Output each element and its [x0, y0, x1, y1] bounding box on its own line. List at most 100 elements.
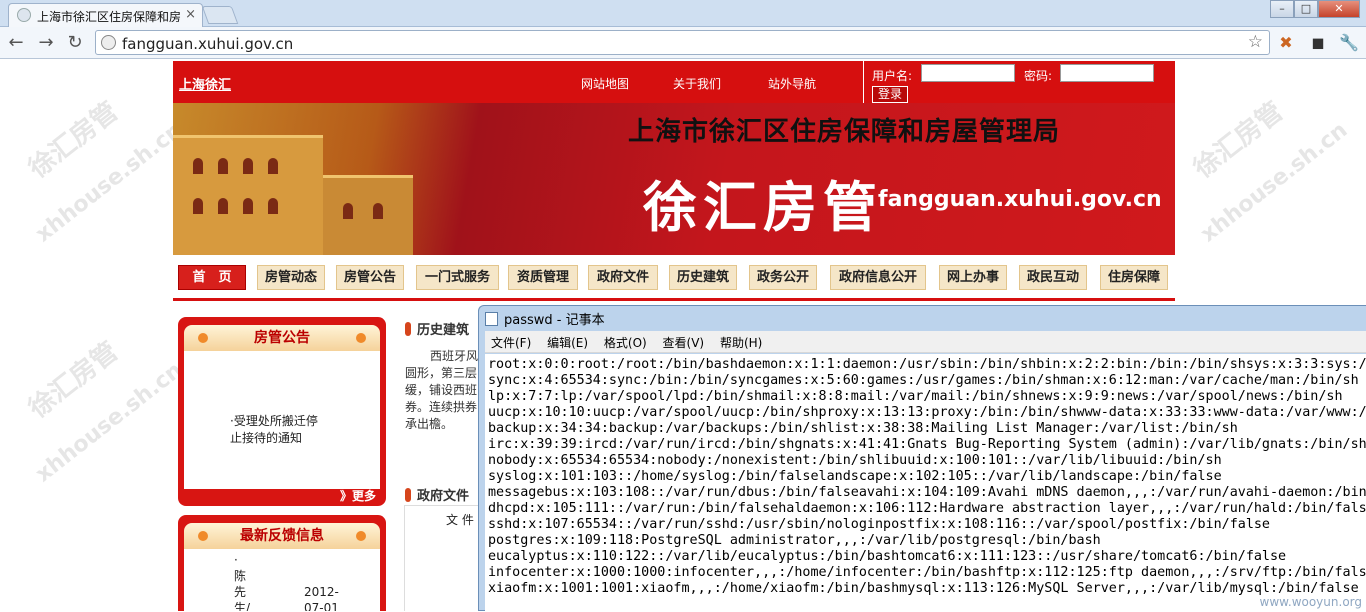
- banner-window: [268, 158, 278, 174]
- login-box: 用户名: 密码: 登录: [863, 61, 1175, 103]
- section-marker-icon: [405, 488, 411, 502]
- menu-item[interactable]: 一门式服务: [416, 265, 499, 290]
- gov-docs-column-header: 文 件: [446, 513, 474, 527]
- notepad-window[interactable]: passwd - 记事本 文件(F) 编辑(E) 格式(O) 查看(V) 帮助(…: [478, 305, 1366, 612]
- text-line: sshd:x:107:65534::/var/run/sshd:/usr/sbi…: [488, 517, 1270, 532]
- feedback-text: 先: [234, 585, 247, 599]
- text-line: eucalyptus:x:110:122::/var/lib/eucalyptu…: [488, 549, 1287, 564]
- banner-window: [193, 198, 203, 214]
- text-line: nobody:x:65534:65534:nobody:/nonexistent…: [488, 453, 1222, 468]
- notice-title-text: 房管公告: [254, 330, 310, 346]
- feedback-date-text: 2012-: [304, 585, 339, 599]
- feedback-text: 陈: [234, 569, 247, 583]
- address-url[interactable]: fangguan.xuhui.gov.cn: [122, 35, 293, 53]
- notice-panel: 房管公告 ·受理处所搬迁停 止接待的通知 》更多: [178, 317, 386, 506]
- forward-icon[interactable]: →: [34, 32, 58, 53]
- notepad-icon: [485, 312, 498, 326]
- username-input[interactable]: [921, 64, 1015, 82]
- text-line: irc:x:39:39:ircd:/var/run/ircd:/bin/shgn…: [488, 437, 1366, 452]
- menu-file[interactable]: 文件(F): [485, 331, 537, 354]
- notepad-title-bar[interactable]: passwd - 记事本: [485, 309, 605, 328]
- gov-docs-section-title: 政府文件: [405, 485, 469, 504]
- text-line: root:x:0:0:root:/root:/bin/bashdaemon:x:…: [488, 357, 1366, 372]
- menu-item[interactable]: 住房保障: [1100, 265, 1168, 290]
- notepad-title: passwd - 记事本: [504, 313, 605, 328]
- banner-building: [323, 175, 413, 255]
- site-banner: 上海市徐汇区住房保障和房屋管理局 徐汇房管 fangguan.xuhui.gov…: [173, 103, 1175, 255]
- more-link[interactable]: 》更多: [340, 487, 376, 504]
- banner-window: [343, 203, 353, 219]
- menu-item[interactable]: 历史建筑: [669, 265, 737, 290]
- wrench-menu-icon[interactable]: 🔧: [1338, 32, 1360, 54]
- banner-url: fangguan.xuhui.gov.cn: [878, 187, 1162, 212]
- menu-item[interactable]: 政民互动: [1019, 265, 1087, 290]
- history-text: 西班牙风 圆形，第三层 缓，铺设西班 券。连续拱券 承出檐。: [405, 348, 478, 433]
- banner-window: [193, 158, 203, 174]
- text-line: lp:x:7:7:lp:/var/spool/lpd:/bin/shmail:x…: [488, 389, 1343, 404]
- feedback-date: 2012- 07-01: [304, 584, 339, 611]
- bullet-icon: [198, 531, 208, 541]
- extension-mask-icon[interactable]: ◼: [1307, 32, 1329, 54]
- menu-item[interactable]: 政府文件: [588, 265, 658, 290]
- link-external-nav[interactable]: 站外导航: [768, 75, 816, 92]
- reload-icon[interactable]: ↻: [63, 32, 87, 53]
- back-icon[interactable]: ←: [4, 32, 28, 53]
- notice-item-line: ·受理处所搬迁停: [230, 414, 318, 428]
- link-sitemap[interactable]: 网站地图: [581, 75, 629, 92]
- address-bar[interactable]: fangguan.xuhui.gov.cn ☆: [95, 30, 1270, 55]
- history-line: 承出檐。: [405, 417, 454, 431]
- menu-format[interactable]: 格式(O): [598, 331, 653, 354]
- maximize-button[interactable]: □: [1294, 0, 1318, 18]
- notepad-text-area[interactable]: root:x:0:0:root:/root:/bin/bashdaemon:x:…: [485, 354, 1366, 612]
- bullet-icon: [356, 531, 366, 541]
- menu-item[interactable]: 政务公开: [749, 265, 817, 290]
- new-tab-button[interactable]: [201, 6, 239, 24]
- history-section-title: 历史建筑: [405, 319, 469, 338]
- notepad-menu-bar: 文件(F) 编辑(E) 格式(O) 查看(V) 帮助(H): [485, 331, 1366, 353]
- banner-window: [243, 158, 253, 174]
- tab-close-icon[interactable]: ×: [185, 7, 196, 22]
- menu-home[interactable]: 首 页: [178, 265, 246, 290]
- text-line: syslog:x:101:103::/home/syslog:/bin/fals…: [488, 469, 1222, 484]
- minimize-button[interactable]: –: [1270, 0, 1294, 18]
- notice-item[interactable]: ·受理处所搬迁停 止接待的通知: [230, 413, 318, 447]
- login-button[interactable]: 登录: [872, 86, 909, 103]
- feedback-date-text: 07-01: [304, 601, 339, 611]
- feedback-author[interactable]: · 陈 先 生/: [234, 552, 250, 611]
- notice-list: ·受理处所搬迁停 止接待的通知: [184, 351, 380, 489]
- menu-item[interactable]: 政府信息公开: [830, 265, 926, 290]
- menu-help[interactable]: 帮助(H): [714, 331, 768, 354]
- text-line: sync:x:4:65534:sync:/bin:/bin/syncgames:…: [488, 373, 1359, 388]
- feedback-list: · 陈 先 生/ 2012- 07-01: [184, 549, 380, 611]
- feedback-text: ·: [234, 553, 238, 567]
- site-logo[interactable]: 上海徐汇: [179, 74, 231, 93]
- feedback-title-text: 最新反馈信息: [240, 528, 324, 544]
- text-line: messagebus:x:103:108::/var/run/dbus:/bin…: [488, 485, 1366, 500]
- username-label: 用户名:: [872, 69, 913, 83]
- bookmark-star-icon[interactable]: ☆: [1248, 32, 1263, 52]
- browser-toolbar: ← → ↻ fangguan.xuhui.gov.cn ☆ ✖ ◼ 🔧: [0, 27, 1366, 59]
- text-line: xiaofm:x:1001:1001:xiaofm,,,:/home/xiaof…: [488, 581, 1359, 596]
- menu-item[interactable]: 网上办事: [939, 265, 1007, 290]
- feedback-text: 生/: [234, 601, 251, 611]
- menu-item[interactable]: 房管动态: [257, 265, 325, 290]
- banner-window: [268, 198, 278, 214]
- extension-x-icon[interactable]: ✖: [1275, 32, 1297, 54]
- close-window-button[interactable]: ✕: [1318, 0, 1360, 18]
- menu-edit[interactable]: 编辑(E): [541, 331, 594, 354]
- gov-docs-table: 文 件: [404, 505, 484, 611]
- site-top-bar: 上海徐汇 网站地图 关于我们 站外导航 用户名: 密码: 登录: [173, 61, 1175, 103]
- banner-big-text: 徐汇房管: [643, 176, 883, 239]
- feedback-panel-title: 最新反馈信息: [184, 523, 380, 549]
- link-about[interactable]: 关于我们: [673, 75, 721, 92]
- notice-item-line: 止接待的通知: [230, 431, 303, 445]
- browser-tab[interactable]: 上海市徐汇区住房保障和房 ×: [8, 3, 203, 27]
- history-line: 券。连续拱券: [405, 400, 478, 414]
- menu-item[interactable]: 资质管理: [508, 265, 578, 290]
- menu-item[interactable]: 房管公告: [336, 265, 404, 290]
- password-input[interactable]: [1060, 64, 1154, 82]
- menu-view[interactable]: 查看(V): [657, 331, 711, 354]
- feedback-panel: 最新反馈信息 · 陈 先 生/ 2012- 07-01: [178, 515, 386, 611]
- page-icon: [101, 35, 116, 50]
- banner-title: 上海市徐汇区住房保障和房屋管理局: [628, 117, 1061, 147]
